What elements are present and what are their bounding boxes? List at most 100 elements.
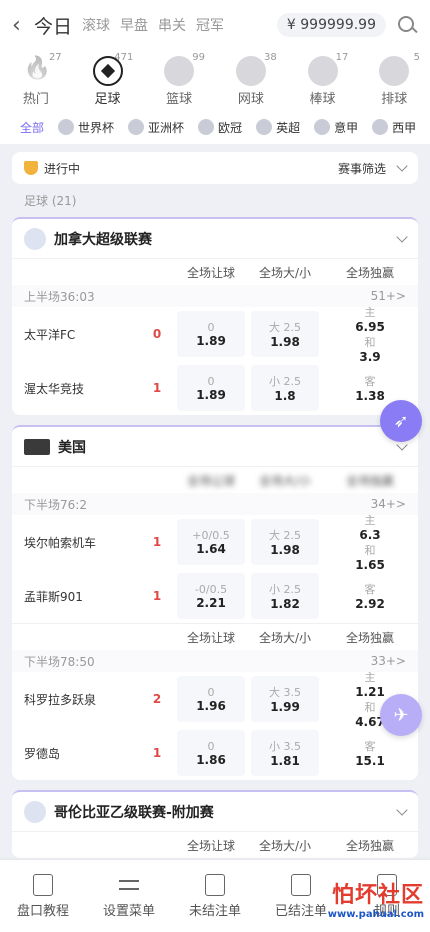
odd-moneyline[interactable]: 主 6.3 和 1.65 bbox=[322, 514, 418, 572]
sport-hot[interactable]: 27 热门 bbox=[0, 52, 72, 110]
odd-handicap[interactable]: 0 1.89 bbox=[177, 311, 245, 357]
odd-overunder[interactable]: 小 2.5 1.8 bbox=[251, 365, 319, 411]
tab-champion[interactable]: 冠军 bbox=[196, 15, 224, 35]
search-icon[interactable] bbox=[396, 14, 418, 36]
odd-overunder[interactable]: 小 3.5 1.81 bbox=[251, 730, 319, 776]
odd-value: 1.8 bbox=[274, 389, 296, 403]
team-score: 1 bbox=[152, 381, 162, 395]
sport-tennis[interactable]: 38 网球 bbox=[215, 52, 287, 110]
sport-volleyball[interactable]: 5 排球 bbox=[358, 52, 430, 110]
odd-overunder[interactable]: 大 3.5 1.99 bbox=[251, 676, 319, 722]
sliders-icon bbox=[119, 874, 139, 896]
league-seriea[interactable]: 意甲 bbox=[314, 119, 358, 136]
odd-value: 6.95 bbox=[355, 320, 385, 334]
odd-line: 主 bbox=[364, 671, 376, 684]
odd-value: 1.96 bbox=[196, 698, 226, 713]
team-score: 1 bbox=[152, 589, 162, 603]
sport-basketball[interactable]: 99 篮球 bbox=[143, 52, 215, 110]
league-label: 全部 bbox=[20, 120, 45, 135]
odd-value: 15.1 bbox=[355, 754, 385, 768]
nav-tutorial[interactable]: 盘口教程 bbox=[0, 860, 86, 932]
plane-icon[interactable]: ✈ bbox=[380, 694, 422, 736]
sport-selector: 27 热门 471 足球 99 篮球 38 网球 17 棒球 5 排球 bbox=[0, 50, 430, 110]
basketball-icon bbox=[164, 56, 195, 86]
league-all[interactable]: 全部 bbox=[20, 119, 44, 136]
more-markets-link[interactable]: 51+> bbox=[371, 289, 406, 303]
odd-moneyline[interactable]: 客 2.92 bbox=[322, 569, 418, 623]
odd-handicap[interactable]: 0 1.86 bbox=[177, 730, 245, 776]
odd-overunder[interactable]: 大 2.5 1.98 bbox=[251, 519, 319, 565]
col-overunder: 全场大/小 bbox=[258, 630, 312, 645]
watermark-url: www.pahual.com bbox=[327, 908, 424, 920]
odd-handicap[interactable]: +0/0.5 1.64 bbox=[177, 519, 245, 565]
league-ucl[interactable]: 欧冠 bbox=[198, 119, 242, 136]
volleyball-icon bbox=[379, 56, 410, 86]
league-label: 欧冠 bbox=[218, 120, 243, 135]
team-score: 1 bbox=[152, 535, 162, 549]
chevron-down-icon[interactable] bbox=[396, 160, 408, 172]
odd-line: 和 bbox=[364, 544, 376, 557]
sport-count: 99 bbox=[192, 52, 206, 63]
odd-overunder[interactable]: 大 2.5 1.98 bbox=[251, 311, 319, 357]
sport-count: 17 bbox=[335, 52, 349, 63]
tab-parlay[interactable]: 串关 bbox=[158, 15, 186, 35]
col-moneyline: 全场独赢 bbox=[345, 630, 394, 645]
rocket-icon[interactable]: ➶ bbox=[380, 400, 422, 442]
odds-columns: 全场让球 全场大/小 全场独赢 bbox=[12, 624, 418, 650]
col-moneyline: 全场独赢 bbox=[345, 265, 394, 280]
team-name: 罗德岛 bbox=[24, 746, 61, 761]
league-label: 亚洲杯 bbox=[148, 120, 185, 135]
lion-icon bbox=[256, 119, 273, 135]
league-filter-bar: 全部 世界杯 亚洲杯 欧冠 英超 意甲 西甲 bbox=[0, 110, 430, 144]
nav-settings[interactable]: 设置菜单 bbox=[86, 860, 172, 932]
odd-line: +0/0.5 bbox=[192, 528, 230, 542]
odd-line: 小 2.5 bbox=[269, 375, 301, 388]
sport-baseball[interactable]: 17 棒球 bbox=[287, 52, 359, 110]
odd-handicap[interactable]: 0 1.89 bbox=[177, 365, 245, 411]
tab-inplay[interactable]: 滚球 bbox=[82, 15, 110, 35]
league-header[interactable]: 美国 bbox=[12, 427, 418, 467]
league-epl[interactable]: 英超 bbox=[256, 119, 300, 136]
match-time: 下半场78:50 bbox=[24, 654, 95, 669]
nav-unsettled[interactable]: 未结注单 bbox=[172, 860, 258, 932]
more-markets-link[interactable]: 34+> bbox=[371, 497, 406, 511]
tennis-icon bbox=[235, 56, 266, 86]
team-row-away: 渥太华竞技 1 0 1.89 小 2.5 1.8 客 1.38 bbox=[12, 361, 418, 415]
odd-line: 客 bbox=[364, 375, 376, 388]
league-logo-icon bbox=[24, 800, 46, 823]
league-worldcup[interactable]: 世界杯 bbox=[58, 119, 114, 136]
odd-handicap[interactable]: 0 1.96 bbox=[177, 676, 245, 722]
league-label: 西甲 bbox=[392, 120, 417, 135]
league-laliga[interactable]: 西甲 bbox=[372, 119, 416, 136]
league-asiancup[interactable]: 亚洲杯 bbox=[128, 119, 184, 136]
odd-value: 6.3 bbox=[359, 528, 381, 542]
match-filter-button[interactable]: 赛事筛选 bbox=[338, 160, 386, 177]
odd-overunder[interactable]: 小 2.5 1.82 bbox=[251, 573, 319, 619]
league-card: 加拿大超级联赛 全场让球 全场大/小 全场独赢 上半场36:03 51+> 太平… bbox=[12, 217, 418, 415]
chevron-down-icon[interactable] bbox=[396, 230, 408, 243]
flame-icon bbox=[21, 56, 51, 86]
league-header[interactable]: 哥伦比亚乙级联赛-附加赛 bbox=[12, 792, 418, 832]
odd-line: 大 2.5 bbox=[269, 529, 301, 542]
trophy-icon bbox=[24, 161, 38, 175]
sport-count: 38 bbox=[263, 52, 277, 63]
site-watermark: 怕坏社区 www.pahual.com bbox=[256, 870, 424, 926]
odd-moneyline[interactable]: 主 6.95 和 3.9 bbox=[322, 306, 418, 364]
league-header[interactable]: 加拿大超级联赛 bbox=[12, 219, 418, 259]
watermark-title: 怕坏社区 bbox=[331, 882, 424, 908]
more-markets-link[interactable]: 33+> bbox=[371, 654, 406, 668]
odd-value: 1.64 bbox=[196, 541, 226, 556]
chevron-down-icon[interactable] bbox=[396, 803, 408, 816]
tab-early[interactable]: 早盘 bbox=[120, 15, 148, 35]
ball-icon bbox=[372, 119, 389, 135]
odd-handicap[interactable]: -0/0.5 2.21 bbox=[177, 573, 245, 619]
col-moneyline: 全场独赢 bbox=[345, 838, 394, 853]
col-handicap: 全场让球 bbox=[186, 473, 235, 488]
odd-line: 大 3.5 bbox=[269, 686, 301, 699]
odd-value: 1.99 bbox=[270, 700, 300, 714]
team-row-away: 孟菲斯901 1 -0/0.5 2.21 小 2.5 1.82 客 2.92 bbox=[12, 569, 418, 623]
odd-line: 客 bbox=[364, 583, 376, 596]
sport-soccer[interactable]: 471 足球 bbox=[72, 52, 144, 110]
team-score: 1 bbox=[152, 746, 162, 760]
chevron-left-icon[interactable]: ‹ bbox=[12, 13, 30, 38]
